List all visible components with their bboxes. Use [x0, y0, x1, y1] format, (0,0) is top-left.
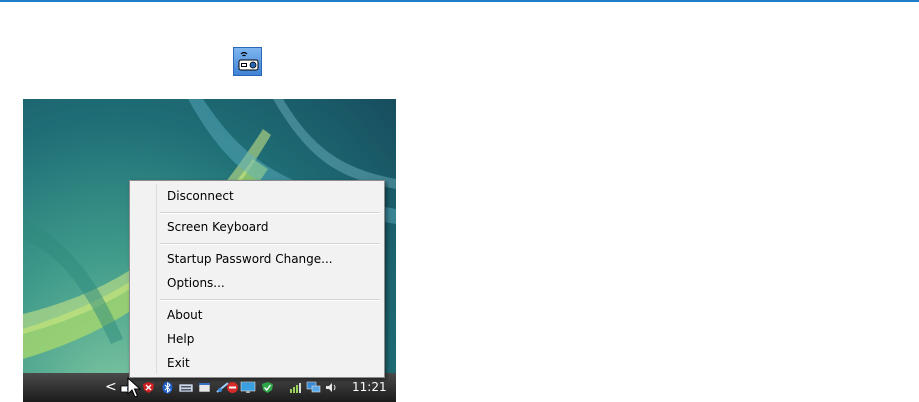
no-entry-icon[interactable]	[226, 381, 239, 394]
display-icon[interactable]	[306, 381, 321, 394]
menu-gutter	[156, 184, 157, 374]
menu-item-about[interactable]: About	[167, 304, 202, 326]
menu-item-help[interactable]: Help	[167, 328, 194, 350]
security-check-icon[interactable]	[261, 381, 274, 394]
menu-separator	[160, 299, 380, 301]
window-icon[interactable]	[198, 381, 211, 394]
mouse-cursor-icon	[127, 377, 141, 398]
speaker-icon[interactable]	[325, 381, 338, 394]
menu-item-exit[interactable]: Exit	[167, 352, 190, 374]
shield-alert-icon[interactable]	[142, 381, 155, 394]
menu-item-options[interactable]: Options...	[167, 272, 225, 294]
menu-item-disconnect[interactable]: Disconnect	[167, 185, 234, 207]
bluetooth-icon[interactable]	[161, 381, 174, 394]
menu-separator	[160, 243, 380, 245]
signal-icon[interactable]	[289, 381, 302, 394]
projector-tray-icon[interactable]	[233, 47, 262, 76]
tray-context-menu: Disconnect Screen Keyboard Startup Passw…	[129, 180, 385, 378]
menu-item-screen-keyboard[interactable]: Screen Keyboard	[167, 216, 268, 238]
projector-icon	[238, 51, 259, 71]
monitor-icon[interactable]	[240, 381, 256, 394]
menu-separator	[160, 212, 380, 214]
show-hidden-icons-chevron[interactable]: <	[105, 378, 117, 396]
keyboard-icon[interactable]	[178, 381, 194, 394]
header-rule	[0, 0, 919, 2]
menu-item-startup-password-change[interactable]: Startup Password Change...	[167, 248, 333, 270]
